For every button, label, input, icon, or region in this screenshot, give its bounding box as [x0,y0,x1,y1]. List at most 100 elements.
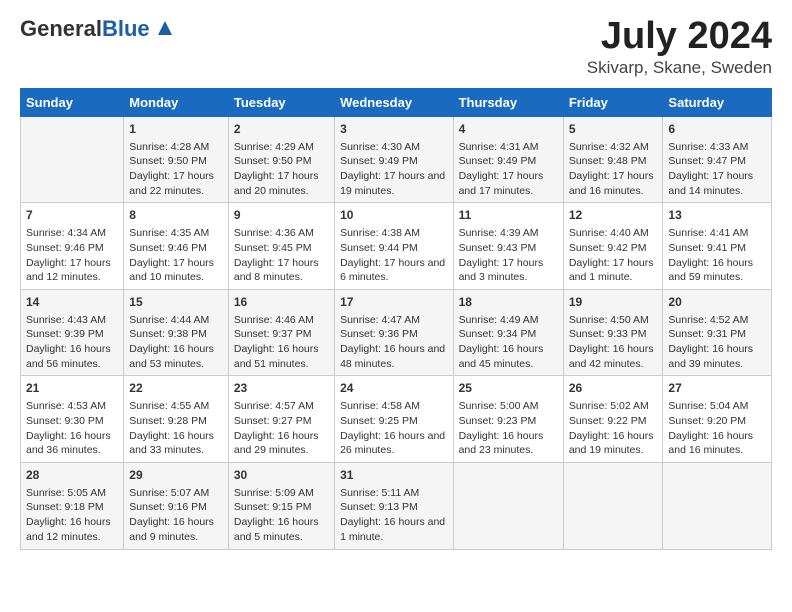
calendar-cell: 5 Sunrise: 4:32 AMSunset: 9:48 PMDaylight… [563,116,663,203]
col-monday: Monday [124,88,229,116]
calendar-cell: 27Sunrise: 5:04 AMSunset: 9:20 PMDayligh… [663,376,772,463]
calendar-cell: 13Sunrise: 4:41 AMSunset: 9:41 PMDayligh… [663,203,772,290]
calendar-cell: 15Sunrise: 4:44 AMSunset: 9:38 PMDayligh… [124,289,229,376]
date-number: 13 [668,207,766,224]
calendar-cell: 1Sunrise: 4:28 AMSunset: 9:50 PMDaylight… [124,116,229,203]
cell-content: Daylight: 17 hours and 17 minutes. [459,169,558,198]
cell-content: Sunrise: 4:32 AM [569,140,658,155]
cell-content: Sunset: 9:37 PM [234,327,329,342]
cell-content: Daylight: 17 hours and 1 minute. [569,256,658,285]
calendar-title: July 2024 [587,16,772,58]
calendar-cell: 21Sunrise: 4:53 AMSunset: 9:30 PMDayligh… [21,376,124,463]
calendar-cell: 23Sunrise: 4:57 AMSunset: 9:27 PMDayligh… [228,376,334,463]
cell-content: Sunrise: 4:44 AM [129,313,223,328]
cell-content: Sunrise: 4:46 AM [234,313,329,328]
cell-content: Daylight: 16 hours and 5 minutes. [234,515,329,544]
col-saturday: Saturday [663,88,772,116]
calendar-table: Sunday Monday Tuesday Wednesday Thursday… [20,88,772,550]
cell-content: Sunset: 9:16 PM [129,500,223,515]
date-number: 29 [129,467,223,484]
cell-content: Sunrise: 4:47 AM [340,313,447,328]
cell-content: Sunset: 9:22 PM [569,414,658,429]
cell-content: Sunset: 9:41 PM [668,241,766,256]
date-number: 20 [668,294,766,311]
calendar-cell: 9Sunrise: 4:36 AMSunset: 9:45 PMDaylight… [228,203,334,290]
calendar-cell: 20Sunrise: 4:52 AMSunset: 9:31 PMDayligh… [663,289,772,376]
date-number: 9 [234,207,329,224]
date-number: 15 [129,294,223,311]
title-block: July 2024 Skivarp, Skane, Sweden [587,16,772,78]
page-header: GeneralBlue July 2024 Skivarp, Skane, Sw… [20,16,772,78]
cell-content: Sunset: 9:46 PM [26,241,118,256]
calendar-cell: 10Sunrise: 4:38 AMSunset: 9:44 PMDayligh… [335,203,453,290]
calendar-cell: 24Sunrise: 4:58 AMSunset: 9:25 PMDayligh… [335,376,453,463]
calendar-cell: 6Sunrise: 4:33 AMSunset: 9:47 PMDaylight… [663,116,772,203]
cell-content: Daylight: 16 hours and 51 minutes. [234,342,329,371]
calendar-cell: 17Sunrise: 4:47 AMSunset: 9:36 PMDayligh… [335,289,453,376]
cell-content: Sunrise: 4:49 AM [459,313,558,328]
cell-content: Sunrise: 4:52 AM [668,313,766,328]
cell-content: Sunset: 9:43 PM [459,241,558,256]
cell-content: Daylight: 16 hours and 45 minutes. [459,342,558,371]
date-number: 8 [129,207,223,224]
cell-content: Sunset: 9:15 PM [234,500,329,515]
cell-content: Daylight: 17 hours and 16 minutes. [569,169,658,198]
cell-content: Sunset: 9:49 PM [340,154,447,169]
cell-content: Daylight: 17 hours and 10 minutes. [129,256,223,285]
calendar-cell [21,116,124,203]
calendar-cell: 7Sunrise: 4:34 AMSunset: 9:46 PMDaylight… [21,203,124,290]
cell-content: Daylight: 16 hours and 59 minutes. [668,256,766,285]
calendar-cell: 22Sunrise: 4:55 AMSunset: 9:28 PMDayligh… [124,376,229,463]
date-number: 5 [569,121,658,138]
calendar-cell: 19Sunrise: 4:50 AMSunset: 9:33 PMDayligh… [563,289,663,376]
date-number: 17 [340,294,447,311]
calendar-row: 21Sunrise: 4:53 AMSunset: 9:30 PMDayligh… [21,376,772,463]
cell-content: Daylight: 17 hours and 20 minutes. [234,169,329,198]
date-number: 21 [26,380,118,397]
cell-content: Sunset: 9:45 PM [234,241,329,256]
date-number: 10 [340,207,447,224]
cell-content: Sunset: 9:31 PM [668,327,766,342]
cell-content: Sunrise: 4:57 AM [234,399,329,414]
date-number: 18 [459,294,558,311]
header-row: Sunday Monday Tuesday Wednesday Thursday… [21,88,772,116]
date-number: 14 [26,294,118,311]
calendar-cell: 18 Sunrise: 4:49 AMSunset: 9:34 PMDayligh… [453,289,563,376]
date-number: 19 [569,294,658,311]
cell-content: Sunrise: 4:36 AM [234,226,329,241]
calendar-cell: 29Sunrise: 5:07 AMSunset: 9:16 PMDayligh… [124,462,229,549]
cell-content: Daylight: 16 hours and 19 minutes. [569,429,658,458]
cell-content: Sunrise: 4:30 AM [340,140,447,155]
cell-content: Sunrise: 4:55 AM [129,399,223,414]
cell-content: Sunset: 9:48 PM [569,154,658,169]
date-number: 6 [668,121,766,138]
date-number: 22 [129,380,223,397]
calendar-subtitle: Skivarp, Skane, Sweden [587,58,772,78]
cell-content: Daylight: 16 hours and 56 minutes. [26,342,118,371]
date-number: 27 [668,380,766,397]
cell-content: Sunrise: 4:31 AM [459,140,558,155]
cell-content: Sunset: 9:30 PM [26,414,118,429]
cell-content: Sunrise: 4:29 AM [234,140,329,155]
col-tuesday: Tuesday [228,88,334,116]
logo: GeneralBlue [20,16,176,42]
cell-content: Sunrise: 4:58 AM [340,399,447,414]
cell-content: Sunrise: 4:33 AM [668,140,766,155]
calendar-cell [663,462,772,549]
cell-content: Sunset: 9:25 PM [340,414,447,429]
cell-content: Daylight: 16 hours and 36 minutes. [26,429,118,458]
cell-content: Sunset: 9:38 PM [129,327,223,342]
cell-content: Sunset: 9:18 PM [26,500,118,515]
date-number: 3 [340,121,447,138]
calendar-cell [453,462,563,549]
calendar-cell: 30Sunrise: 5:09 AMSunset: 9:15 PMDayligh… [228,462,334,549]
cell-content: Daylight: 17 hours and 22 minutes. [129,169,223,198]
calendar-cell: 28Sunrise: 5:05 AMSunset: 9:18 PMDayligh… [21,462,124,549]
cell-content: Sunset: 9:34 PM [459,327,558,342]
date-number: 26 [569,380,658,397]
calendar-cell [563,462,663,549]
logo-text: GeneralBlue [20,16,150,42]
cell-content: Sunset: 9:23 PM [459,414,558,429]
cell-content: Daylight: 17 hours and 14 minutes. [668,169,766,198]
cell-content: Sunset: 9:27 PM [234,414,329,429]
